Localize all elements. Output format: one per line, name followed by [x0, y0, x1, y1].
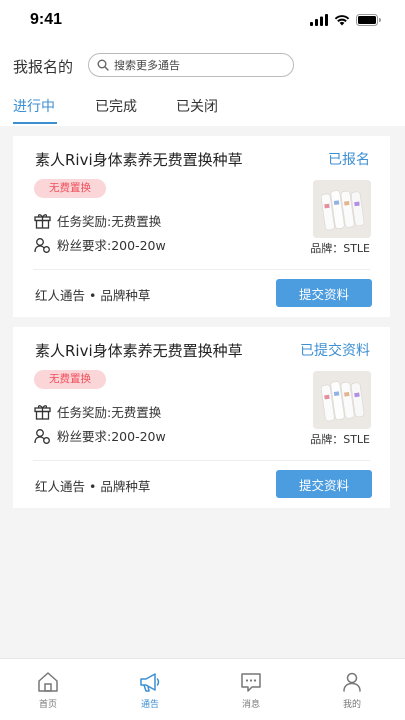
- card-category-tags: 红人通告 • 品牌种草: [35, 479, 151, 494]
- card-title: 素人Rivi身体素养无费置换种草: [35, 151, 243, 169]
- reward-text: 任务奖励:无费置换: [57, 405, 162, 420]
- gift-icon: [34, 213, 51, 229]
- reward-row: 任务奖励:无费置换: [34, 211, 161, 230]
- user-icon: [343, 672, 361, 692]
- header: 我报名的 进行中 已完成 已关闭: [0, 40, 405, 126]
- fans-text: 粉丝要求:200-20w: [57, 429, 166, 444]
- submit-info-button[interactable]: 提交资料: [276, 279, 372, 307]
- wifi-icon: [334, 15, 350, 26]
- nav-label: 我的: [342, 700, 361, 710]
- nav-label: 首页: [38, 700, 57, 710]
- bottom-nav: 首页 通告 消息 我的: [0, 658, 405, 720]
- active-tab-indicator: [13, 122, 57, 124]
- gift-icon: [34, 404, 51, 420]
- search-input[interactable]: [114, 58, 274, 72]
- nav-label: 通告: [140, 700, 159, 710]
- nav-home[interactable]: 首页: [18, 671, 78, 710]
- status-time: 9:41: [30, 11, 63, 28]
- battery-icon: [356, 14, 381, 26]
- tab-bar: 进行中 已完成 已关闭: [0, 92, 405, 126]
- search-box[interactable]: [88, 53, 294, 77]
- page-title: 我报名的: [13, 58, 74, 76]
- nav-messages[interactable]: 消息: [221, 671, 281, 710]
- brand-label: 品牌：STLE: [310, 433, 370, 446]
- product-image[interactable]: [313, 371, 371, 429]
- task-card[interactable]: 素人Rivi身体素养无费置换种草 已提交资料 无费置换 任务奖励:无费置换 粉丝…: [13, 327, 390, 508]
- card-status: 已提交资料: [300, 343, 370, 359]
- megaphone-icon: [140, 673, 160, 692]
- fans-text: 粉丝要求:200-20w: [57, 238, 166, 253]
- reward-type-tag: 无费置换: [34, 370, 106, 389]
- card-status: 已报名: [328, 152, 370, 168]
- task-card[interactable]: 素人Rivi身体素养无费置换种草 已报名 无费置换 任务奖励:无费置换 粉丝要求…: [13, 136, 390, 317]
- reward-row: 任务奖励:无费置换: [34, 402, 161, 421]
- tab-in-progress[interactable]: 进行中: [13, 96, 55, 116]
- submit-info-button[interactable]: 提交资料: [276, 470, 372, 498]
- fans-row: 粉丝要求:200-20w: [34, 426, 166, 445]
- signal-icon: [310, 14, 328, 26]
- fans-icon: [34, 237, 50, 253]
- nav-profile[interactable]: 我的: [322, 671, 382, 710]
- fans-row: 粉丝要求:200-20w: [34, 235, 166, 254]
- fans-icon: [34, 428, 50, 444]
- nav-label: 消息: [241, 700, 260, 710]
- tab-completed[interactable]: 已完成: [95, 96, 137, 116]
- search-icon: [97, 59, 109, 71]
- brand-label: 品牌：STLE: [310, 242, 370, 255]
- product-image[interactable]: [313, 180, 371, 238]
- card-category-tags: 红人通告 • 品牌种草: [35, 288, 151, 303]
- home-icon: [38, 672, 58, 692]
- reward-type-tag: 无费置换: [34, 179, 106, 198]
- screen: 9:41 我报名的 搜索更多通告 进行中 已完成 已关闭 素人Rivi身体素养无…: [0, 0, 405, 720]
- divider: [33, 269, 370, 270]
- status-icons: [310, 14, 381, 26]
- divider: [33, 460, 370, 461]
- reward-text: 任务奖励:无费置换: [57, 214, 162, 229]
- card-title: 素人Rivi身体素养无费置换种草: [35, 342, 243, 360]
- tab-closed[interactable]: 已关闭: [176, 96, 218, 116]
- status-bar: 9:41: [0, 0, 405, 40]
- nav-notices[interactable]: 通告: [120, 671, 180, 710]
- message-icon: [241, 673, 261, 692]
